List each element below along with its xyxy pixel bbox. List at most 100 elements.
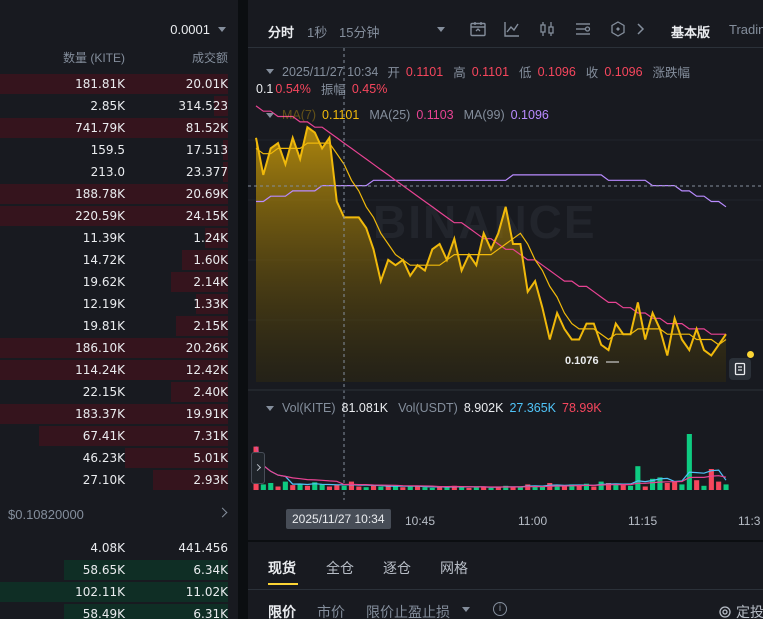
precision-select[interactable]: 0.0001 (170, 22, 226, 37)
ask-row[interactable]: 220.59K 24.15K (0, 205, 238, 227)
auto-invest-button[interactable]: 定投 (718, 602, 763, 619)
ask-row[interactable]: 27.10K 2.93K (0, 469, 238, 491)
order-type-stop-limit[interactable]: 限价止盈止损 (366, 602, 450, 619)
chevron-down-icon[interactable] (266, 112, 274, 118)
volume-bar (356, 486, 362, 490)
ask-row[interactable]: 19.62K 2.14K (0, 271, 238, 293)
ask-row[interactable]: 114.24K 12.42K (0, 359, 238, 381)
amplitude-row: 0.1 0.54% 振幅 0.45% (256, 79, 397, 98)
amplitude-label: 振幅 (320, 83, 346, 97)
expand-panel-button[interactable] (251, 452, 265, 484)
bid-row[interactable]: 102.11K 11.02K (0, 581, 238, 603)
time-axis: 2025/11/27 10:34 10:45 11:00 11:15 11:3 (248, 503, 763, 538)
order-type-market[interactable]: 市价 (317, 602, 345, 619)
row-amount: 2.40K (193, 385, 228, 399)
low-value: 0.1096 (537, 64, 576, 79)
volume-bars (253, 434, 729, 490)
ask-row[interactable]: 67.41K 7.31K (0, 425, 238, 447)
row-amount: 5.01K (193, 451, 228, 465)
volume-bar (635, 466, 641, 490)
volume-bar (260, 484, 266, 490)
chevron-down-icon[interactable] (462, 607, 470, 612)
ask-row[interactable]: 22.15K 2.40K (0, 381, 238, 403)
bid-row[interactable]: 58.49K 6.31K (0, 603, 238, 619)
ask-row[interactable]: 159.5 17.513 (0, 139, 238, 161)
volume-bar (723, 484, 729, 490)
row-qty: 4.08K (90, 541, 125, 555)
row-amount: 23.377 (186, 165, 228, 179)
ma-row: MA(7) 0.1101 MA(25) 0.1103 MA(99) 0.1096 (266, 108, 559, 122)
info-icon[interactable]: i (493, 602, 507, 616)
ma7-label: MA(7) (282, 108, 317, 122)
change-partial: 0.1 (256, 81, 274, 96)
ask-row[interactable]: 19.81K 2.15K (0, 315, 238, 337)
volume-bar (701, 485, 707, 490)
ask-row[interactable]: 2.85K 314.523 (0, 95, 238, 117)
chevron-down-icon[interactable] (266, 405, 274, 411)
volume-bar (282, 481, 288, 490)
ask-row[interactable]: 14.72K 1.60K (0, 249, 238, 271)
volume-bar (459, 487, 465, 490)
ask-row[interactable]: 213.0 23.377 (0, 161, 238, 183)
vol-usdt-label: Vol(USDT) (398, 401, 458, 415)
change-value: 0.54% (275, 81, 311, 96)
ask-row[interactable]: 186.10K 20.26K (0, 337, 238, 359)
ask-row[interactable]: 741.79K 81.52K (0, 117, 238, 139)
low-label: 低 (519, 66, 532, 80)
ask-list: 181.81K 20.01K 2.85K 314.523 741.79K 81.52K 15… (0, 73, 238, 491)
mid-price-row[interactable]: $0.10820000 (0, 500, 238, 528)
row-qty: 14.72K (82, 253, 125, 267)
row-qty: 213.0 (90, 165, 125, 179)
ma25-value: 0.1103 (416, 108, 454, 122)
row-amount: 19.91K (185, 407, 228, 421)
volume-bar (341, 485, 347, 490)
ask-row[interactable]: 11.39K 1.24K (0, 227, 238, 249)
row-amount: 6.31K (193, 607, 228, 619)
row-qty: 186.10K (75, 341, 125, 355)
x-tick: 11:3 (738, 514, 761, 528)
row-amount: 81.52K (185, 121, 228, 135)
chevron-down-icon[interactable] (266, 69, 274, 74)
row-amount: 1.60K (193, 253, 228, 267)
settings-icon (719, 606, 731, 618)
volume-bar (510, 487, 516, 490)
legend-date: 2025/11/27 10:34 (282, 64, 379, 79)
volume-bar (598, 481, 604, 490)
row-qty: 11.39K (82, 231, 125, 245)
tab-grid[interactable]: 网格 (440, 558, 468, 578)
bid-row[interactable]: 4.08K 441.456 (0, 537, 238, 559)
crosshair-time-label: 2025/11/27 10:34 (286, 509, 391, 529)
chart-tool-button[interactable] (729, 358, 751, 380)
row-qty: 102.11K (75, 585, 125, 599)
ma25-label: MA(25) (369, 108, 411, 122)
tab-spot[interactable]: 现货 (268, 558, 296, 578)
ask-row[interactable]: 46.23K 5.01K (0, 447, 238, 469)
volume-bar (429, 487, 435, 490)
bid-row[interactable]: 58.65K 6.34K (0, 559, 238, 581)
row-amount: 20.69K (185, 187, 228, 201)
ask-row[interactable]: 183.37K 19.91K (0, 403, 238, 425)
row-qty: 220.59K (75, 209, 125, 223)
order-book-header: 数量 (KITE) 成交额 (0, 49, 238, 65)
row-amount: 7.31K (193, 429, 228, 443)
chevron-right-icon (253, 463, 262, 472)
volume-bar (348, 481, 354, 490)
tab-isolated-margin[interactable]: 逐仓 (383, 558, 411, 578)
volume-bar (363, 487, 369, 490)
volume-bar (326, 486, 332, 490)
ask-row[interactable]: 188.78K 20.69K (0, 183, 238, 205)
row-amount: 2.15K (193, 319, 228, 333)
ask-row[interactable]: 12.19K 1.33K (0, 293, 238, 315)
volume-bar (319, 484, 325, 490)
chevron-right-icon[interactable] (217, 507, 228, 518)
row-amount: 314.523 (178, 99, 228, 113)
row-qty: 114.24K (75, 363, 125, 377)
mid-price: $0.10820000 (8, 507, 84, 522)
trading-panel: 现货 全仓 逐仓 网格 限价 市价 限价止盈止损 i 定投 (248, 542, 763, 619)
ask-row[interactable]: 181.81K 20.01K (0, 73, 238, 95)
tab-cross-margin[interactable]: 全仓 (326, 558, 354, 578)
order-type-limit[interactable]: 限价 (268, 602, 296, 619)
row-qty: 181.81K (75, 77, 125, 91)
ma99-value: 0.1096 (510, 108, 549, 122)
amplitude-value: 0.45% (351, 81, 388, 96)
